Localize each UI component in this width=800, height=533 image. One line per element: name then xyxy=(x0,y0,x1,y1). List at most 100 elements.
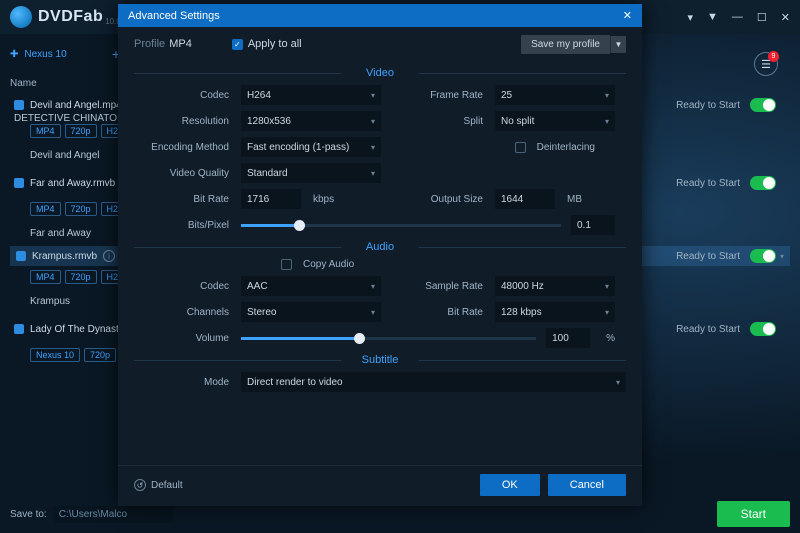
bpp-slider[interactable] xyxy=(241,224,561,227)
encoding-label: Encoding Method xyxy=(134,142,229,153)
audio-bitrate-label: Bit Rate xyxy=(393,307,483,318)
close-button[interactable]: ✕ xyxy=(781,11,790,24)
dialog-titlebar[interactable]: Advanced Settings ✕ xyxy=(118,4,642,27)
encoding-select[interactable]: Fast encoding (1-pass) xyxy=(241,137,381,157)
bpp-slider-thumb[interactable] xyxy=(294,220,305,231)
volume-slider-fill xyxy=(241,337,359,340)
app-logo-icon xyxy=(10,6,32,28)
format-chip[interactable]: 720p xyxy=(65,270,97,284)
copy-audio-checkbox[interactable] xyxy=(281,259,292,270)
channels-label: Channels xyxy=(134,307,229,318)
file-status: Ready to Start xyxy=(676,178,740,189)
file-name: Krampus.rmvb xyxy=(32,251,97,262)
notification-count: 9 xyxy=(768,51,779,62)
format-chip[interactable]: MP4 xyxy=(30,270,61,284)
file-name: Devil and Angel.mp4 xyxy=(30,100,122,111)
file-name: Far and Away.rmvb xyxy=(30,178,115,189)
bitrate-label: Bit Rate xyxy=(134,194,229,205)
device-add-icon: ✚ xyxy=(10,49,18,60)
deinterlacing-label: Deinterlacing xyxy=(537,142,595,153)
file-toggle[interactable] xyxy=(750,322,776,336)
ok-button[interactable]: OK xyxy=(480,474,540,496)
framerate-label: Frame Rate xyxy=(393,90,483,101)
audio-bitrate-select[interactable]: 128 kbps xyxy=(495,302,615,322)
subtitle-mode-label: Mode xyxy=(134,377,229,388)
volume-label: Volume xyxy=(134,333,229,344)
default-button[interactable]: ↺ Default xyxy=(134,479,183,491)
save-profile-dropdown[interactable]: ▼ xyxy=(610,36,626,53)
split-label: Split xyxy=(393,116,483,127)
outputsize-unit: MB xyxy=(561,194,582,205)
outputsize-input[interactable]: 1644 xyxy=(495,189,555,209)
apply-all-checkbox[interactable]: ✓ xyxy=(232,39,243,50)
format-chip[interactable]: Nexus 10 xyxy=(30,348,80,362)
device-selector[interactable]: ✚ Nexus 10 + xyxy=(10,42,128,66)
save-path-input[interactable]: C:\Users\Malco xyxy=(53,506,173,523)
subtitle-mode-select[interactable]: Direct render to video xyxy=(241,372,626,392)
file-toggle[interactable] xyxy=(750,98,776,112)
menu-dropdown-icon[interactable]: ▾ xyxy=(687,11,693,24)
quality-label: Video Quality xyxy=(134,168,229,179)
start-button[interactable]: Start xyxy=(717,501,790,527)
file-status: Ready to Start xyxy=(676,251,740,262)
video-bitrate-input[interactable]: 1716 xyxy=(241,189,301,209)
format-chip[interactable]: 720p xyxy=(65,124,97,138)
volume-slider[interactable] xyxy=(241,337,536,340)
apply-all-label: Apply to all xyxy=(248,38,302,50)
reset-icon: ↺ xyxy=(134,479,146,491)
notifications-button[interactable]: ☰ 9 xyxy=(754,52,778,76)
bpp-input[interactable]: 0.1 xyxy=(571,215,615,235)
file-checkbox[interactable] xyxy=(14,100,24,110)
video-codec-select[interactable]: H264 xyxy=(241,85,381,105)
dialog-close-button[interactable]: ✕ xyxy=(623,9,632,22)
maximize-button[interactable]: ☐ xyxy=(757,11,767,24)
split-select[interactable]: No split xyxy=(495,111,615,131)
format-chip[interactable]: MP4 xyxy=(30,202,61,216)
file-checkbox[interactable] xyxy=(14,324,24,334)
bitrate-unit: kbps xyxy=(307,194,334,205)
outputsize-label: Output Size xyxy=(393,194,483,205)
channels-select[interactable]: Stereo xyxy=(241,302,381,322)
save-profile-button[interactable]: Save my profile xyxy=(521,35,610,54)
file-status: Ready to Start xyxy=(676,324,740,335)
bpp-slider-fill xyxy=(241,224,299,227)
audio-codec-select[interactable]: AAC xyxy=(241,276,381,296)
resolution-label: Resolution xyxy=(134,116,229,127)
file-toggle[interactable] xyxy=(750,249,776,263)
codec-label: Codec xyxy=(134,90,229,101)
profile-label: Profile xyxy=(134,38,165,50)
audio-section-header: Audio xyxy=(134,241,626,253)
pin-icon[interactable]: ▼ xyxy=(707,11,718,24)
subtitle-section-header: Subtitle xyxy=(134,354,626,366)
format-chip[interactable]: 720p xyxy=(84,348,116,362)
copy-audio-label: Copy Audio xyxy=(303,259,354,270)
deinterlacing-checkbox[interactable] xyxy=(515,142,526,153)
audio-codec-label: Codec xyxy=(134,281,229,292)
info-icon[interactable]: i xyxy=(103,250,115,262)
file-status: Ready to Start xyxy=(676,100,740,111)
minimize-button[interactable]: — xyxy=(732,11,743,24)
profile-row: Profile MP4 ✓ Apply to all Save my profi… xyxy=(134,27,626,61)
samplerate-select[interactable]: 48000 Hz xyxy=(495,276,615,296)
save-label: Save to: xyxy=(10,509,47,520)
samplerate-label: Sample Rate xyxy=(393,281,483,292)
device-name: Nexus 10 xyxy=(24,49,66,60)
file-toggle[interactable] xyxy=(750,176,776,190)
video-section-header: Video xyxy=(134,67,626,79)
advanced-settings-dialog: Advanced Settings ✕ Profile MP4 ✓ Apply … xyxy=(118,4,642,506)
file-checkbox[interactable] xyxy=(16,251,26,261)
resolution-select[interactable]: 1280x536 xyxy=(241,111,381,131)
framerate-select[interactable]: 25 xyxy=(495,85,615,105)
file-checkbox[interactable] xyxy=(14,178,24,188)
cancel-button[interactable]: Cancel xyxy=(548,474,626,496)
bpp-label: Bits/Pixel xyxy=(134,220,229,231)
column-header-name: Name xyxy=(10,78,128,89)
volume-unit: % xyxy=(600,333,615,344)
volume-slider-thumb[interactable] xyxy=(354,333,365,344)
quality-select[interactable]: Standard xyxy=(241,163,381,183)
format-chip[interactable]: MP4 xyxy=(30,124,61,138)
dialog-title: Advanced Settings xyxy=(128,10,220,22)
format-chip[interactable]: 720p xyxy=(65,202,97,216)
app-name: DVDFab xyxy=(38,8,103,26)
volume-input[interactable]: 100 xyxy=(546,328,590,348)
